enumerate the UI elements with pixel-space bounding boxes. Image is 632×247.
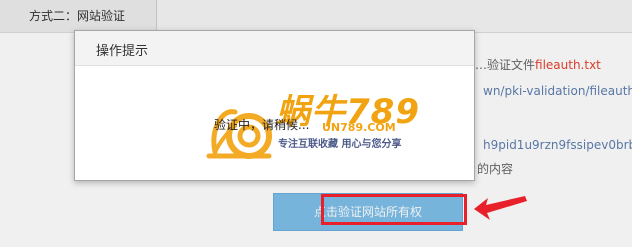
watermark-url: UN789.COM [322, 121, 396, 134]
dialog-title-bar: 操作提示 [75, 31, 474, 66]
dialog-message: 验证中，请稍候... [214, 118, 310, 132]
arrow-pointer-icon [474, 196, 527, 220]
dialog-title: 操作提示 [96, 44, 149, 59]
watermark-slogan: 专注互联收藏 用心与您分享 [278, 139, 402, 150]
